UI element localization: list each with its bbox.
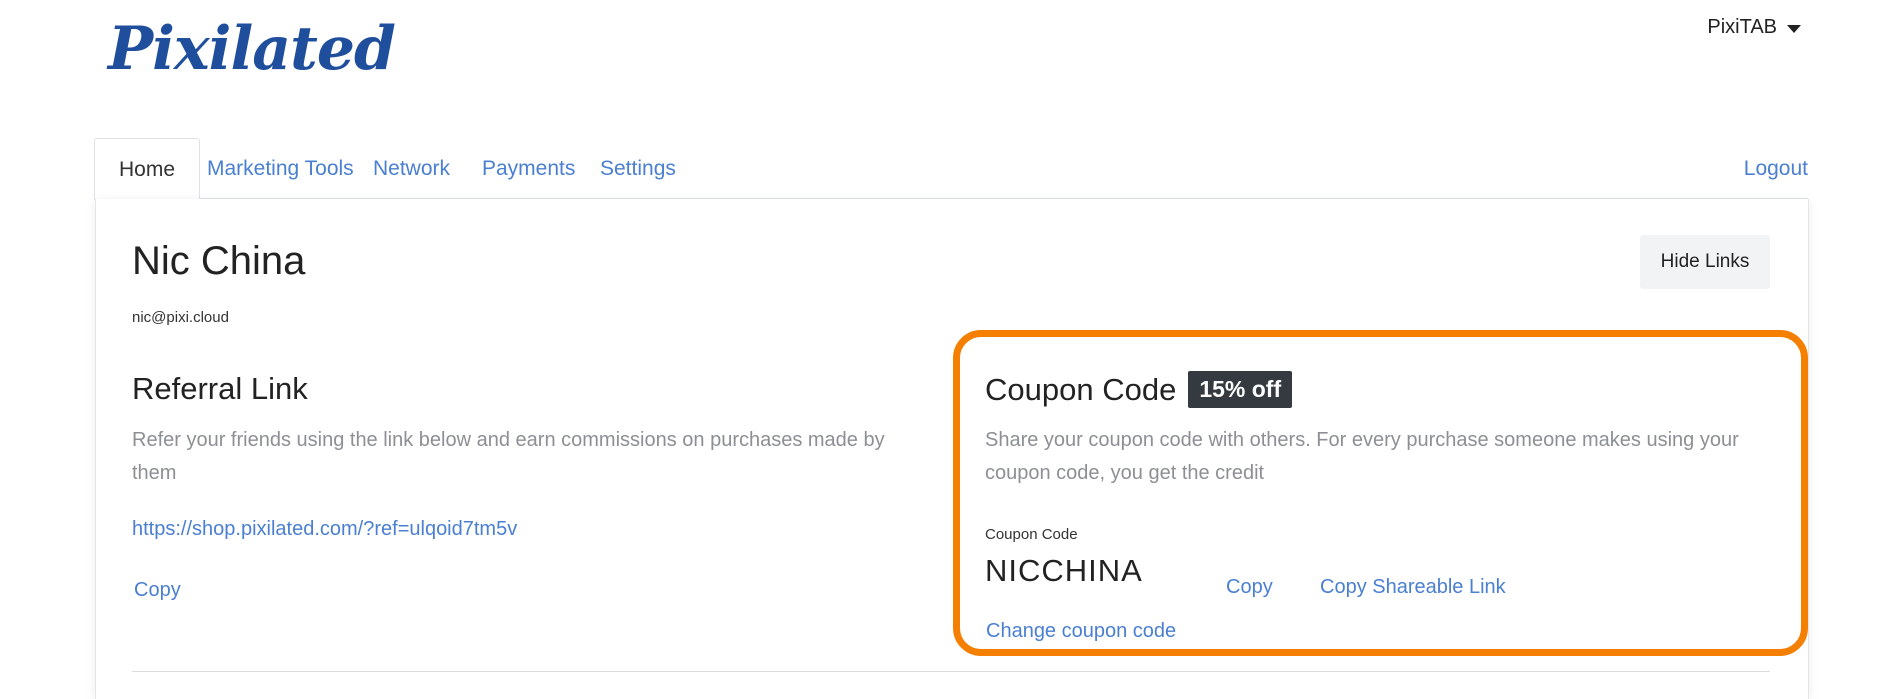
pixilated-logo[interactable]: Pixilated xyxy=(108,14,396,84)
discount-badge: 15% off xyxy=(1188,371,1293,408)
user-menu-dropdown[interactable]: PixiTAB xyxy=(1707,16,1801,39)
coupon-description: Share your coupon code with others. For … xyxy=(985,429,1739,484)
tab-settings[interactable]: Settings xyxy=(600,138,676,198)
tab-marketing-tools[interactable]: Marketing Tools xyxy=(207,138,354,198)
referral-copy-button[interactable]: Copy xyxy=(134,579,181,602)
change-coupon-code-link[interactable]: Change coupon code xyxy=(986,620,1176,643)
referral-url-link[interactable]: https://shop.pixilated.com/?ref=ulqoid7t… xyxy=(132,518,517,541)
section-divider xyxy=(132,671,1770,672)
coupon-field-label: Coupon Code xyxy=(985,526,1078,543)
tab-network[interactable]: Network xyxy=(373,138,450,198)
user-menu-label: PixiTAB xyxy=(1707,16,1777,38)
caret-down-icon xyxy=(1787,25,1801,33)
tab-payments[interactable]: Payments xyxy=(482,138,575,198)
hide-links-button[interactable]: Hide Links xyxy=(1640,235,1770,289)
profile-email: nic@pixi.cloud xyxy=(132,309,229,326)
coupon-copy-button[interactable]: Copy xyxy=(1226,576,1273,599)
profile-name: Nic China xyxy=(132,239,306,283)
coupon-title-text: Coupon Code xyxy=(985,371,1177,407)
main-nav-tabs: Home Marketing Tools Network Payments Se… xyxy=(94,138,1808,200)
tab-home[interactable]: Home xyxy=(94,138,201,200)
referral-link-heading: Referral Link xyxy=(132,371,308,406)
copy-shareable-link-button[interactable]: Copy Shareable Link xyxy=(1320,576,1506,599)
coupon-code-value: NICCHINA xyxy=(985,553,1143,588)
coupon-code-heading: Coupon Code 15% off xyxy=(985,371,1293,408)
logout-link[interactable]: Logout xyxy=(1744,138,1808,200)
referral-description: Refer your friends using the link below … xyxy=(132,429,885,484)
